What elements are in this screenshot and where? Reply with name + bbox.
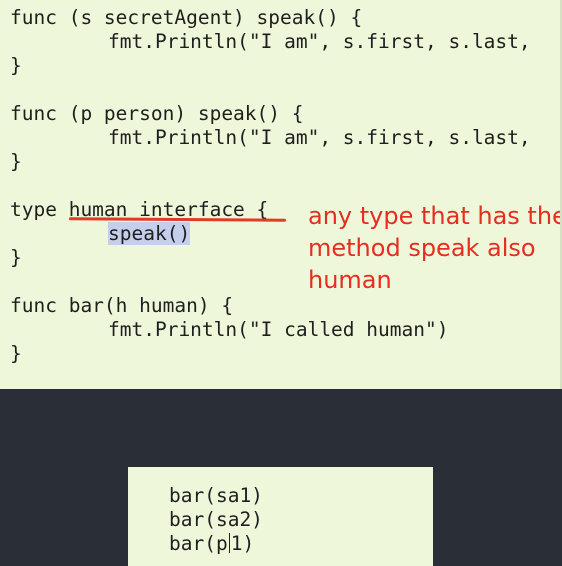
- code-line: }: [10, 54, 22, 77]
- text-selection: speak(): [108, 222, 191, 245]
- code-editor-snippet[interactable]: bar(sa1) bar(sa2) bar(p 1): [128, 467, 433, 566]
- code-text: bar(p: [169, 532, 228, 555]
- code-text: 1): [230, 532, 255, 555]
- code-editor-panel[interactable]: func (s secretAgent) speak() { fmt.Print…: [0, 0, 562, 389]
- annotation-note: any type that has the method speak also …: [308, 200, 562, 296]
- code-line: bar(sa1): [169, 484, 263, 507]
- code-line: func (s secretAgent) speak() {: [10, 6, 363, 29]
- code-line: fmt.Println("I called human"): [108, 318, 449, 341]
- text-caret: [228, 533, 230, 553]
- code-line: fmt.Println("I am", s.first, s.last,: [108, 30, 531, 53]
- code-line: }: [10, 342, 22, 365]
- code-line: }: [10, 150, 22, 173]
- code-line: func bar(h human) {: [10, 294, 234, 317]
- code-line: bar(sa2): [169, 508, 263, 531]
- code-line: fmt.Println("I am", s.first, s.last,: [108, 126, 531, 149]
- code-line-with-caret: bar(p 1): [169, 532, 254, 556]
- code-line-selected: speak(): [10, 222, 191, 246]
- code-line: }: [10, 246, 22, 269]
- annotation-line: method speak also: [308, 234, 536, 262]
- annotation-line: human: [308, 266, 392, 294]
- annotation-line: any type that has the: [308, 202, 562, 230]
- code-line: func (p person) speak() {: [10, 102, 304, 125]
